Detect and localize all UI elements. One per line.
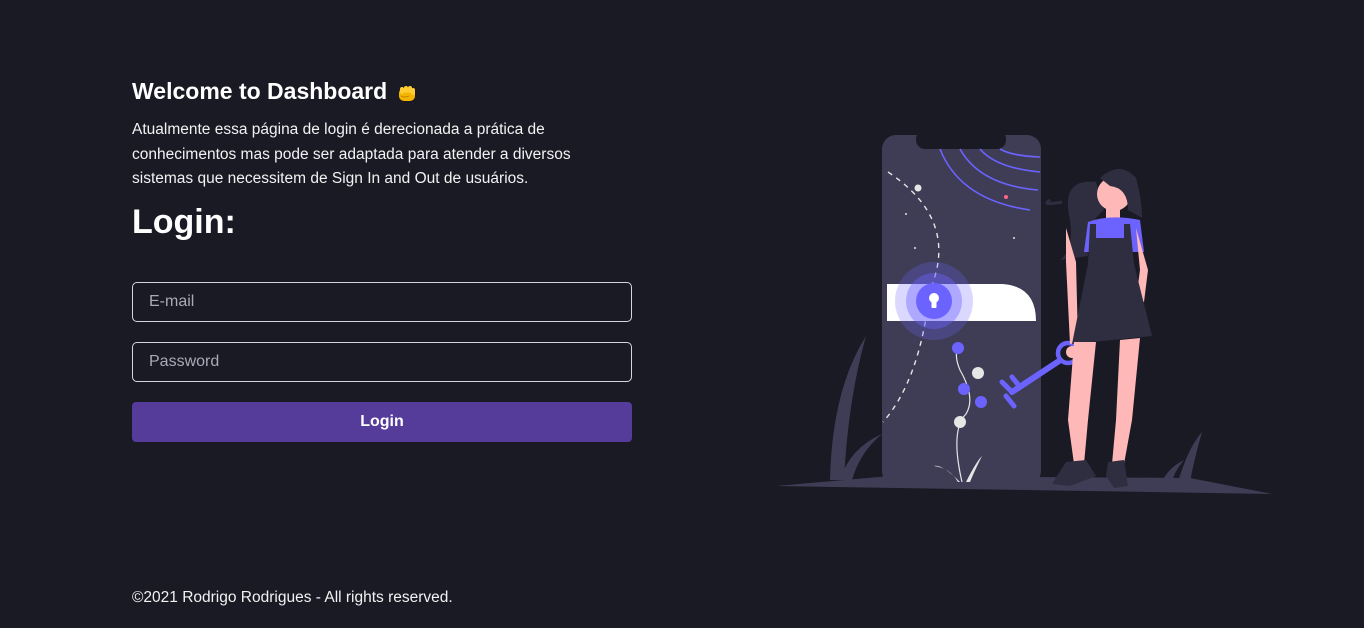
login-title: Login: [132,202,236,241]
footer-copyright: ©2021 Rodrigo Rodrigues - All rights res… [132,589,453,606]
fist-bump-icon [396,80,418,102]
login-form: Login [132,281,632,442]
woman-with-key-illustration [776,130,1272,494]
login-illustration [770,130,1280,500]
welcome-description: Atualmente essa página de login é dereci… [132,121,571,187]
login-button[interactable]: Login [132,401,632,442]
welcome-title: Welcome to Dashboard [132,78,388,104]
email-field[interactable] [132,281,632,322]
welcome-heading: Welcome to Dashboard [132,74,632,108]
login-panel: Welcome to Dashboard Atualmente essa pág… [132,74,632,442]
password-field[interactable] [132,341,632,382]
login-page: Welcome to Dashboard Atualmente essa pág… [0,0,1364,628]
